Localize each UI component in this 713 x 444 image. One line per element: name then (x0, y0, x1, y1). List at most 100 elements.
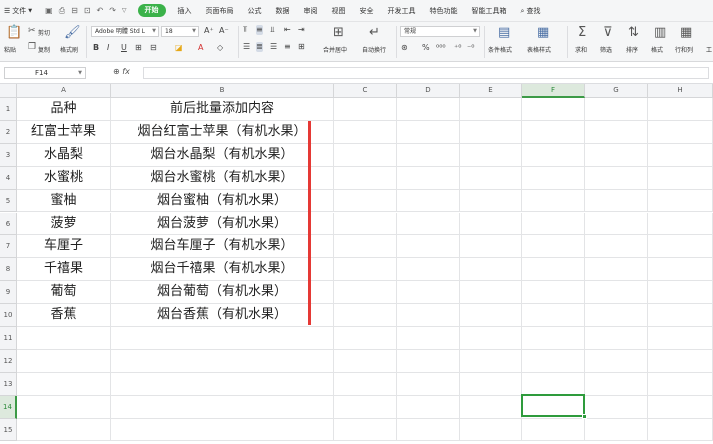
cell-h6[interactable] (648, 212, 713, 236)
cell-b2[interactable]: 烟台红富士苹果（有机水果） (111, 120, 334, 144)
cell-d6[interactable] (397, 212, 460, 236)
cell-g1[interactable] (585, 98, 648, 121)
cell-f10[interactable] (522, 304, 585, 327)
cell-c7[interactable] (334, 235, 397, 259)
cell-h9[interactable] (648, 281, 713, 305)
fx-icon[interactable]: fx (122, 67, 130, 76)
cell-c10[interactable] (334, 304, 397, 327)
cell-d15[interactable] (397, 418, 460, 442)
cell-d5[interactable] (397, 189, 460, 213)
cut-button[interactable]: 剪切 (38, 28, 50, 37)
align-center-icon[interactable]: ≣ (256, 42, 263, 52)
cell-d9[interactable] (397, 281, 460, 305)
cell-e3[interactable] (460, 143, 522, 167)
font-color-icon[interactable]: A (198, 43, 203, 53)
cut-icon[interactable]: ✂ (28, 26, 36, 36)
cell-e8[interactable] (460, 258, 522, 282)
cell-f8[interactable] (522, 258, 585, 282)
cell-d2[interactable] (397, 120, 460, 144)
cell-a12[interactable] (17, 349, 111, 373)
tab-insert[interactable]: 插入 (171, 0, 199, 22)
sum-icon[interactable]: Σ (578, 26, 586, 40)
number-format-select[interactable]: 常规 ▼ (400, 26, 480, 37)
cell-g14[interactable] (585, 395, 648, 419)
format-painter-button[interactable]: 格式刷 (60, 45, 78, 54)
tab-special-features[interactable]: 特色功能 (423, 0, 465, 22)
redo-icon[interactable]: ↷ (109, 6, 116, 15)
cell-e13[interactable] (460, 372, 522, 396)
selected-cell[interactable] (521, 394, 585, 417)
tab-page-layout[interactable]: 页面布局 (199, 0, 241, 22)
spreadsheet-grid[interactable]: ABCDEFGH 1 2 3 4 5 6 7 8 9 10 11 12 13 14 15 品种 前后批量添加内… (0, 84, 713, 444)
cell-b10[interactable]: 烟台香蕉（有机水果） (111, 304, 334, 327)
cell-g5[interactable] (585, 189, 648, 213)
cell-g9[interactable] (585, 281, 648, 305)
cell-c6[interactable] (334, 212, 397, 236)
cell-a7[interactable]: 车厘子 (17, 235, 111, 259)
row-header-15[interactable]: 15 (0, 418, 17, 442)
cell-e12[interactable] (460, 349, 522, 373)
align-left-icon[interactable]: ☰ (243, 42, 250, 52)
decrease-font-icon[interactable]: A⁻ (219, 26, 229, 36)
cell-a1[interactable]: 品种 (17, 98, 111, 121)
cell-c11[interactable] (334, 327, 397, 350)
cell-e1[interactable] (460, 98, 522, 121)
row-header-8[interactable]: 8 (0, 258, 17, 282)
wrap-text-button[interactable]: 自动换行 (362, 45, 386, 54)
cell-h11[interactable] (648, 327, 713, 350)
paste-icon[interactable]: 📋 (6, 26, 22, 40)
cell-d10[interactable] (397, 304, 460, 327)
distribute-icon[interactable]: ⊞ (298, 42, 305, 52)
column-header-a[interactable]: A (17, 84, 111, 98)
zoom-icon[interactable]: ⊕ (113, 67, 120, 76)
align-middle-icon[interactable]: ≡ (256, 25, 263, 35)
cell-a9[interactable]: 葡萄 (17, 281, 111, 305)
column-header-b[interactable]: B (111, 84, 334, 98)
row-header-13[interactable]: 13 (0, 372, 17, 396)
cell-h12[interactable] (648, 349, 713, 373)
name-box[interactable]: F14 ▼ (4, 67, 86, 79)
print-icon[interactable]: ⊟ (71, 6, 78, 15)
cell-b7[interactable]: 烟台车厘子（有机水果） (111, 235, 334, 259)
underline-button[interactable]: U (121, 43, 127, 53)
cell-e9[interactable] (460, 281, 522, 305)
cell-g10[interactable] (585, 304, 648, 327)
column-header-c[interactable]: C (334, 84, 397, 98)
cell-a11[interactable] (17, 327, 111, 350)
cell-f5[interactable] (522, 189, 585, 213)
cell-c4[interactable] (334, 166, 397, 190)
bold-button[interactable]: B (93, 43, 99, 53)
format-button[interactable]: 格式 (651, 45, 663, 54)
cell-d4[interactable] (397, 166, 460, 190)
formula-input[interactable] (143, 67, 709, 79)
cell-b5[interactable]: 烟台蜜柚（有机水果） (111, 189, 334, 213)
cell-b4[interactable]: 烟台水蜜桃（有机水果） (111, 166, 334, 190)
cell-a10[interactable]: 香蕉 (17, 304, 111, 327)
filter-button[interactable]: 筛选 (600, 45, 612, 54)
undo-icon[interactable]: ↶ (97, 6, 104, 15)
cell-a13[interactable] (17, 372, 111, 396)
cell-f13[interactable] (522, 372, 585, 396)
column-header-g[interactable]: G (585, 84, 648, 98)
cell-e5[interactable] (460, 189, 522, 213)
cell-f1[interactable] (522, 98, 585, 121)
indent-increase-icon[interactable]: ⇥ (298, 25, 305, 35)
export-pdf-icon[interactable]: ⎙ (59, 6, 65, 16)
cell-a8[interactable]: 千禧果 (17, 258, 111, 282)
cell-e14[interactable] (460, 395, 522, 419)
column-header-f[interactable]: F (522, 84, 585, 98)
column-header-d[interactable]: D (397, 84, 460, 98)
cell-b6[interactable]: 烟台菠萝（有机水果） (111, 212, 334, 236)
merge-center-button[interactable]: 合并居中 (323, 45, 347, 54)
cell-d7[interactable] (397, 235, 460, 259)
cell-c1[interactable] (334, 98, 397, 121)
tab-data[interactable]: 数据 (269, 0, 297, 22)
tab-security[interactable]: 安全 (353, 0, 381, 22)
increase-font-icon[interactable]: A⁺ (204, 26, 214, 36)
cell-a3[interactable]: 水晶梨 (17, 143, 111, 167)
table-style-button[interactable]: 表格样式 (527, 45, 551, 54)
row-header-14[interactable]: 14 (0, 395, 17, 419)
cell-d14[interactable] (397, 395, 460, 419)
cell-a2[interactable]: 红富士苹果 (17, 120, 111, 144)
cell-d1[interactable] (397, 98, 460, 121)
